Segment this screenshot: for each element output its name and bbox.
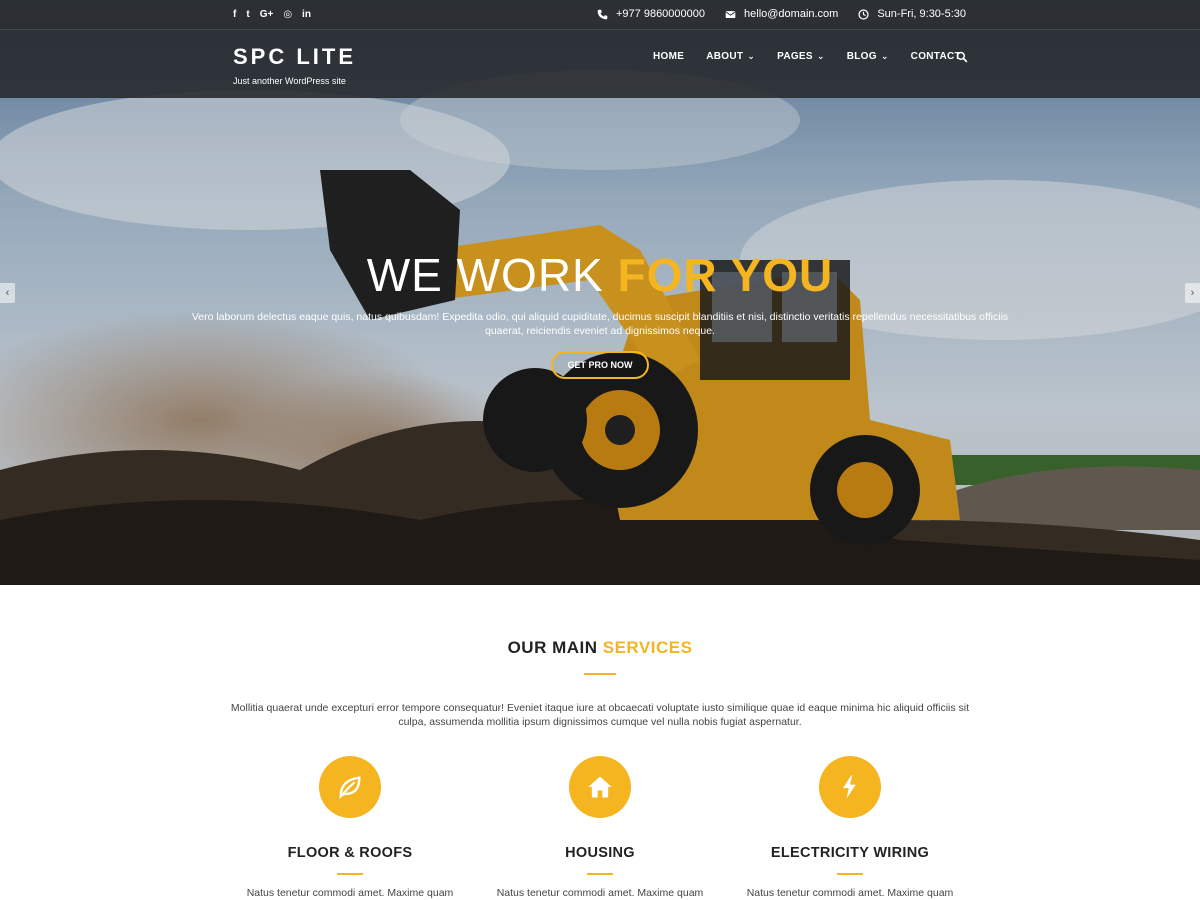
service-divider: [587, 873, 613, 875]
get-pro-button[interactable]: GET PRO NOW: [551, 351, 649, 379]
phone-info[interactable]: +977 9860000000: [597, 8, 705, 20]
bolt-icon: [843, 775, 856, 799]
clock-icon: [858, 8, 869, 20]
phone-number: +977 9860000000: [616, 8, 706, 20]
slider-prev-arrow-icon[interactable]: ‹: [0, 283, 15, 303]
menu-item-blog[interactable]: BLOG ⌄: [847, 51, 889, 62]
services-heading-accent: SERVICES: [602, 638, 693, 657]
slider-next-arrow-icon[interactable]: ›: [1185, 283, 1200, 303]
main-menu: HOME ABOUT ⌄ PAGES ⌄ BLOG ⌄ CONTACT: [653, 51, 961, 62]
hours-info: Sun-Fri, 9:30-5:30: [858, 8, 966, 20]
menu-item-label: CONTACT: [910, 51, 961, 62]
service-icon-circle: [319, 756, 381, 818]
menu-item-label: HOME: [653, 51, 685, 62]
menu-item-label: BLOG: [846, 51, 877, 62]
service-card-electricity-wiring: ELECTRICITY WIRING Natus tenetur commodi…: [725, 756, 975, 899]
email-address: hello@domain.com: [744, 8, 839, 20]
social-links: f t G+ ◎ in: [233, 8, 311, 22]
service-card-housing: HOUSING Natus tenetur commodi amet. Maxi…: [475, 756, 725, 899]
hero-description: Vero laborum delectus eaque quis, natus …: [191, 311, 1009, 337]
service-title: ELECTRICITY WIRING: [770, 845, 930, 861]
leaf-icon: [339, 776, 361, 800]
service-title: FLOOR & ROOFS: [287, 845, 413, 861]
hero-title: WE WORK FOR YOU: [0, 248, 1200, 302]
service-icon-circle: [819, 756, 881, 818]
facebook-icon[interactable]: f: [233, 8, 236, 22]
hero-slider: f t G+ ◎ in +977 9860000000 hello@domain…: [0, 0, 1200, 585]
menu-item-pages[interactable]: PAGES ⌄: [777, 51, 825, 62]
services-heading: OUR MAIN SERVICES: [0, 638, 1200, 658]
menu-item-label: PAGES: [777, 51, 813, 62]
search-icon[interactable]: [956, 51, 968, 63]
service-text: Natus tenetur commodi amet. Maxime quam: [246, 887, 454, 899]
service-title: HOUSING: [565, 845, 635, 861]
service-text: Natus tenetur commodi amet. Maxime quam: [496, 887, 704, 899]
instagram-icon[interactable]: ◎: [283, 8, 292, 22]
contact-info: +977 9860000000 hello@domain.com Sun-Fri…: [597, 8, 966, 20]
hero-title-main: WE WORK: [366, 249, 618, 301]
main-header: SPC LITE Just another WordPress site HOM…: [0, 30, 1200, 98]
service-icon-circle: [569, 756, 631, 818]
email-info[interactable]: hello@domain.com: [725, 8, 838, 20]
business-hours: Sun-Fri, 9:30-5:30: [877, 8, 966, 20]
service-divider: [337, 873, 363, 875]
heading-divider: [584, 673, 616, 675]
chevron-down-icon: ⌄: [747, 51, 756, 61]
linkedin-icon[interactable]: in: [302, 8, 311, 22]
chevron-down-icon: ⌄: [880, 51, 889, 61]
service-card-floor-roofs: FLOOR & ROOFS Natus tenetur commodi amet…: [225, 756, 475, 899]
services-description: Mollitia quaerat unde excepturi error te…: [230, 702, 970, 728]
chevron-down-icon: ⌄: [816, 51, 825, 61]
top-bar: f t G+ ◎ in +977 9860000000 hello@domain…: [0, 0, 1200, 30]
site-logo[interactable]: SPC LITE: [233, 44, 356, 70]
menu-item-contact[interactable]: CONTACT: [911, 51, 961, 62]
phone-icon: [597, 9, 608, 19]
hero-title-accent: FOR YOU: [617, 249, 834, 301]
site-tagline: Just another WordPress site: [233, 76, 346, 86]
service-text: Natus tenetur commodi amet. Maxime quam: [746, 887, 954, 899]
service-divider: [837, 873, 863, 875]
services-heading-main: OUR MAIN: [507, 638, 603, 657]
menu-item-home[interactable]: HOME: [653, 51, 684, 62]
home-icon: [588, 776, 612, 798]
google-plus-icon[interactable]: G+: [260, 8, 274, 22]
menu-item-label: ABOUT: [706, 51, 744, 62]
twitter-icon[interactable]: t: [246, 8, 249, 22]
envelope-icon: [725, 10, 736, 18]
menu-item-about[interactable]: ABOUT ⌄: [706, 51, 755, 62]
